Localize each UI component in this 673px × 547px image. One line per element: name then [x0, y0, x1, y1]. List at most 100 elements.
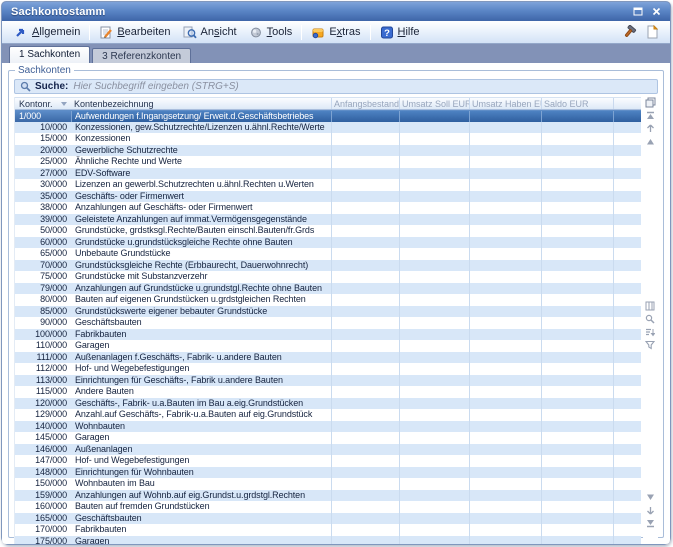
copy-icon[interactable] [644, 97, 656, 108]
table-row[interactable]: 159/000Anzahlungen auf Wohnb.auf eig.Gru… [15, 490, 641, 502]
scroll-first-icon[interactable] [644, 110, 656, 121]
table-row[interactable]: 39/000Geleistete Anzahlungen auf immat.V… [15, 214, 641, 226]
table-row[interactable]: 80/000Bauten auf eigenen Grundstücken u.… [15, 294, 641, 306]
column-header-anfangsbestand[interactable]: Anfangsbestand EUR [331, 98, 399, 109]
amount-cell [613, 237, 641, 249]
search-list-icon[interactable] [644, 313, 656, 324]
table-row[interactable]: 129/000Anzahl.auf Geschäfts-, Fabrik-u.a… [15, 409, 641, 421]
column-header-kontonr[interactable]: Kontonr. [15, 98, 72, 109]
menu-ansicht[interactable]: Ansicht [177, 24, 243, 41]
table-row[interactable]: 150/000Wohnbauten im Bau [15, 478, 641, 490]
search-bar[interactable]: Suche: [14, 79, 658, 94]
account-name-cell: Bauten auf fremden Grundstücken [72, 501, 331, 513]
table-row[interactable]: 79/000Anzahlungen auf Grundstücke u.grun… [15, 283, 641, 295]
table-row[interactable]: 25/000Ähnliche Rechte und Werte [15, 156, 641, 168]
table-row[interactable]: 165/000Geschäftsbauten [15, 513, 641, 525]
table-row[interactable]: 30/000Lizenzen an gewerbl.Schutzrechten … [15, 179, 641, 191]
menu-extras[interactable]: Extras [305, 24, 366, 41]
menu-bearbeiten[interactable]: Bearbeiten [93, 24, 176, 41]
amount-cell [469, 409, 541, 421]
columns-icon[interactable] [644, 300, 656, 311]
scroll-up-icon[interactable] [644, 123, 656, 134]
menu-label: Hilfe [398, 26, 420, 38]
amount-cell [541, 271, 613, 283]
tab-sachkonten[interactable]: 1 Sachkonten [9, 46, 90, 63]
search-icon [20, 81, 31, 92]
table-row[interactable]: 140/000Wohnbauten [15, 421, 641, 433]
column-header-umsatz-haben[interactable]: Umsatz Haben EUR [469, 98, 541, 109]
table-row[interactable]: 145/000Garagen [15, 432, 641, 444]
window-title: Sachkontostamm [11, 6, 106, 18]
table-row[interactable]: 90/000Geschäftsbauten [15, 317, 641, 329]
table-row[interactable]: 175/000Garagen [15, 536, 641, 545]
table-header: Kontonr. Kontenbezeichnung Anfangsbestan… [15, 97, 641, 110]
table-row[interactable]: 147/000Hof- und Wegebefestigungen [15, 455, 641, 467]
scroll-down-icon[interactable] [644, 505, 656, 516]
column-header-kontenbezeichnung[interactable]: Kontenbezeichnung [72, 98, 331, 109]
table-row[interactable]: 75/000Grundstücke mit Substanzverzehr [15, 271, 641, 283]
menu-label: Tools [267, 26, 293, 38]
table-row[interactable]: 112/000Hof- und Wegebefestigungen [15, 363, 641, 375]
tab-referenzkonten[interactable]: 3 Referenzkonten [92, 48, 191, 63]
account-number-cell: 120/000 [15, 398, 72, 410]
table-row[interactable]: 20/000Gewerbliche Schutzrechte [15, 145, 641, 157]
table-row[interactable]: 85/000Grundstückswerte eigener bebauter … [15, 306, 641, 318]
filter-icon[interactable] [644, 339, 656, 350]
hammer-icon[interactable] [624, 25, 637, 39]
table-row[interactable]: 148/000Einrichtungen für Wohnbauten [15, 467, 641, 479]
new-document-icon[interactable] [646, 25, 658, 39]
column-label: Kontonr. [19, 99, 53, 109]
account-number-cell: 145/000 [15, 432, 72, 444]
close-icon[interactable] [650, 6, 663, 18]
amount-cell [331, 398, 399, 410]
amount-cell [541, 421, 613, 433]
amount-cell [399, 490, 469, 502]
column-header-umsatz-soll[interactable]: Umsatz Soll EUR [399, 98, 469, 109]
amount-cell [613, 156, 641, 168]
amount-cell [541, 444, 613, 456]
table-row[interactable]: 113/000Einrichtungen für Geschäfts-, Fab… [15, 375, 641, 387]
amount-cell [399, 363, 469, 375]
arrow-up-right-icon [14, 26, 28, 39]
amount-cell [613, 214, 641, 226]
amount-cell [613, 490, 641, 502]
amount-cell [469, 352, 541, 364]
table-row[interactable]: 110/000Garagen [15, 340, 641, 352]
table-row[interactable]: 10/000Konzessionen, gew.Schutzrechte/Liz… [15, 122, 641, 134]
table-row[interactable]: 115/000Andere Bauten [15, 386, 641, 398]
table-row[interactable]: 35/000Geschäfts- oder Firmenwert [15, 191, 641, 203]
row-down-icon[interactable] [644, 492, 656, 503]
table-row[interactable]: 120/000Geschäfts-, Fabrik- u.a.Bauten im… [15, 398, 641, 410]
amount-cell [613, 248, 641, 260]
amount-cell [469, 467, 541, 479]
restore-icon[interactable] [631, 6, 644, 18]
amount-cell [469, 329, 541, 341]
scroll-last-icon[interactable] [644, 518, 656, 529]
table-row[interactable]: 70/000Grundstücksgleiche Rechte (Erbbaur… [15, 260, 641, 272]
table-row[interactable]: 111/000Außenanlagen f.Geschäfts-, Fabrik… [15, 352, 641, 364]
titlebar-buttons [631, 6, 663, 18]
menu-allgemein[interactable]: Allgemein [8, 24, 86, 41]
table-row[interactable]: 60/000Grundstücke u.grundstücksgleiche R… [15, 237, 641, 249]
menu-label: Ansicht [201, 26, 237, 38]
table-row[interactable]: 170/000Fabrikbauten [15, 524, 641, 536]
search-input[interactable] [73, 80, 652, 93]
table-row[interactable]: 100/000Fabrikbauten [15, 329, 641, 341]
account-number-cell: 90/000 [15, 317, 72, 329]
table-row[interactable]: 160/000Bauten auf fremden Grundstücken [15, 501, 641, 513]
table-row[interactable]: 15/000Konzessionen [15, 133, 641, 145]
row-up-icon[interactable] [644, 136, 656, 147]
amount-cell [399, 513, 469, 525]
table-row[interactable]: 27/000EDV-Software [15, 168, 641, 180]
column-header-saldo[interactable]: Saldo EUR [541, 98, 613, 109]
menu-tools[interactable]: Tools [243, 24, 299, 41]
sort-icon[interactable] [644, 326, 656, 337]
amount-cell [613, 421, 641, 433]
table-row[interactable]: 146/000Außenanlagen [15, 444, 641, 456]
table-row[interactable]: 50/000Grundstücke, grdstksgl.Rechte/Baut… [15, 225, 641, 237]
account-number-cell: 1/000 [15, 111, 72, 122]
table-row[interactable]: 65/000Unbebaute Grundstücke [15, 248, 641, 260]
menu-hilfe[interactable]: ? Hilfe [374, 24, 426, 41]
table-row[interactable]: 1/000Aufwendungen f.Ingangsetzung/ Erwei… [15, 110, 641, 122]
table-row[interactable]: 38/000Anzahlungen auf Geschäfts- oder Fi… [15, 202, 641, 214]
